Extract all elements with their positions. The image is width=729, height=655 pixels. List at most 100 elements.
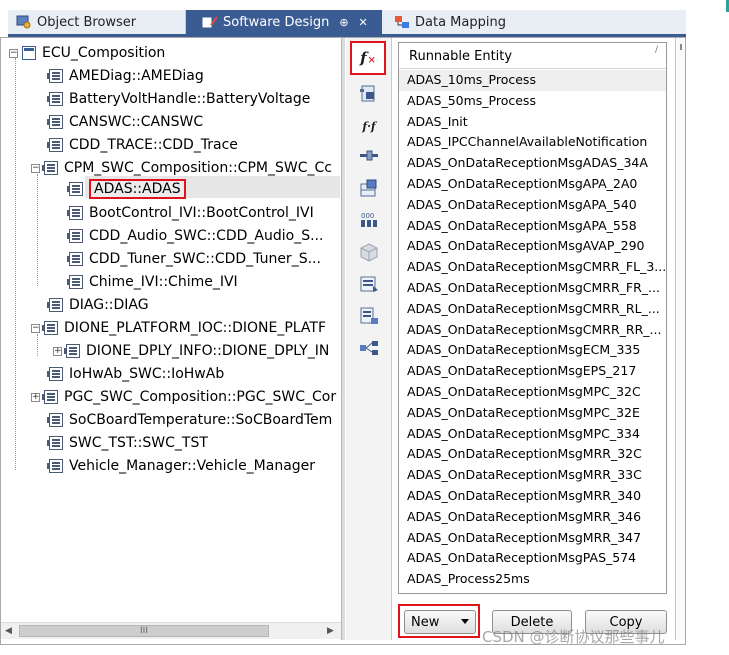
tree-node-label: AMEDiag::AMEDiag bbox=[69, 68, 204, 84]
component-icon bbox=[47, 115, 63, 129]
collapse-icon[interactable]: − bbox=[31, 163, 40, 173]
list-item[interactable]: ADAS_OnDataReceptionMsgCMRR_RL_... bbox=[399, 299, 666, 320]
pane-marker bbox=[680, 44, 682, 50]
function-call-button[interactable]: f·f bbox=[353, 112, 385, 140]
tab-data-mapping[interactable]: Data Mapping bbox=[382, 10, 686, 34]
tree-node[interactable]: + PGC_SWC_Composition::PGC_SWC_Cor bbox=[31, 386, 336, 408]
new-button[interactable]: New bbox=[404, 610, 476, 634]
list-item[interactable]: ADAS_OnDataReceptionMsgMRR_346 bbox=[399, 507, 666, 528]
list-item[interactable]: ADAS_OnDataReceptionMsgAVAP_290 bbox=[399, 236, 666, 257]
tree-node[interactable]: DIAG::DIAG bbox=[47, 294, 149, 316]
tree-horizontal-scrollbar[interactable]: ◀ III ▶ bbox=[1, 622, 341, 639]
expand-icon[interactable]: + bbox=[53, 346, 62, 356]
tree-node[interactable]: Vehicle_Manager::Vehicle_Manager bbox=[47, 455, 315, 477]
software-design-icon bbox=[202, 15, 218, 29]
list-item[interactable]: ADAS_OnDataReceptionMsgCMRR_FR_... bbox=[399, 278, 666, 299]
tree-node[interactable]: CDD_Tuner_SWC::CDD_Tuner_S... bbox=[67, 248, 321, 270]
svg-text:000: 000 bbox=[361, 212, 374, 220]
expand-icon[interactable]: + bbox=[31, 392, 40, 402]
list-item[interactable]: ADAS_OnDataReceptionMsgEPS_217 bbox=[399, 361, 666, 382]
tree-node-label: Chime_IVI::Chime_IVI bbox=[89, 274, 238, 290]
tab-software-design-label: Software Design bbox=[223, 14, 330, 30]
list-item[interactable]: ADAS_OnDataReceptionMsgMPC_32E bbox=[399, 403, 666, 424]
tree-node[interactable]: BatteryVoltHandle::BatteryVoltage bbox=[47, 88, 311, 110]
tree-node-label: CPM_SWC_Composition::CPM_SWC_Cc bbox=[64, 160, 332, 176]
right-side-pane bbox=[675, 38, 685, 640]
runnable-list[interactable]: Runnable Entity / ADAS_10ms_Process ADAS… bbox=[398, 42, 667, 594]
component-icon bbox=[47, 138, 63, 152]
tree-node[interactable]: CDD_Audio_SWC::CDD_Audio_S... bbox=[67, 225, 324, 247]
port-icon bbox=[360, 85, 375, 102]
cube-button[interactable] bbox=[353, 238, 385, 266]
list-item[interactable]: ADAS_OnDataReceptionMsgCMRR_RR_... bbox=[399, 320, 666, 341]
tree-node[interactable]: Chime_IVI::Chime_IVI bbox=[67, 271, 238, 293]
list-item[interactable]: ADAS_IPCChannelAvailableNotification bbox=[399, 132, 666, 153]
component-icon bbox=[47, 298, 63, 312]
runnable-list-rows: ADAS_10ms_Process ADAS_50ms_Process ADAS… bbox=[399, 70, 666, 590]
scroll-right-icon[interactable]: ▶ bbox=[327, 626, 334, 636]
tree-node-label: DIONE_DPLY_INFO::DIONE_DPLY_IN bbox=[86, 343, 330, 359]
list-item[interactable]: ADAS_OnDataReceptionMsgMPC_32C bbox=[399, 382, 666, 403]
tree-node[interactable]: SoCBoardTemperature::SoCBoardTem bbox=[47, 409, 332, 431]
tree-node[interactable]: + DIONE_DPLY_INFO::DIONE_DPLY_IN bbox=[53, 340, 329, 362]
tab-software-design[interactable]: Software Design ⊕ ✕ bbox=[186, 10, 382, 34]
connector-button[interactable] bbox=[353, 142, 385, 170]
composition-icon bbox=[42, 390, 58, 404]
data-elements-button[interactable]: 000 bbox=[353, 206, 385, 234]
tree-node[interactable]: AMEDiag::AMEDiag bbox=[47, 65, 204, 87]
list-item[interactable]: ADAS_OnDataReceptionMsgMRR_32C bbox=[399, 444, 666, 465]
mapping-button[interactable] bbox=[353, 270, 385, 298]
list-item[interactable]: ADAS_OnDataReceptionMsgMRR_347 bbox=[399, 528, 666, 549]
list-item[interactable]: ADAS_10ms_Process bbox=[399, 70, 666, 91]
tree-node[interactable]: CDD_TRACE::CDD_Trace bbox=[47, 134, 238, 156]
list-item[interactable]: ADAS_Process25ms bbox=[399, 569, 666, 590]
component-icon bbox=[67, 206, 83, 220]
scroll-thumb[interactable]: III bbox=[19, 625, 269, 637]
tree-node[interactable]: BootControl_IVI::BootControl_IVI bbox=[67, 202, 314, 224]
list-mapping-button[interactable] bbox=[353, 302, 385, 330]
data-elements-icon: 000 bbox=[361, 212, 377, 227]
component-icon bbox=[67, 275, 83, 289]
tree-node-root[interactable]: − ECU_Composition bbox=[9, 42, 165, 64]
list-item[interactable]: ADAS_OnDataReceptionMsgPAS_574 bbox=[399, 548, 666, 569]
tab-object-browser[interactable]: Object Browser bbox=[8, 10, 186, 34]
tree-node-label: BootControl_IVI::BootControl_IVI bbox=[89, 205, 314, 221]
tree-node[interactable]: − CPM_SWC_Composition::CPM_SWC_Cc bbox=[31, 157, 332, 179]
tree-node-adas[interactable]: ADAS::ADAS bbox=[67, 178, 186, 200]
pin-icon[interactable]: ⊕ bbox=[339, 16, 348, 29]
tree-node[interactable]: CANSWC::CANSWC bbox=[47, 111, 203, 133]
collapse-icon[interactable]: − bbox=[31, 323, 40, 333]
grid-button[interactable] bbox=[353, 174, 385, 202]
tree-node-label: BatteryVoltHandle::BatteryVoltage bbox=[69, 91, 311, 107]
list-item[interactable]: ADAS_50ms_Process bbox=[399, 91, 666, 112]
list-item[interactable]: ADAS_OnDataReceptionMsgAPA_540 bbox=[399, 195, 666, 216]
tree-line bbox=[15, 58, 16, 470]
close-icon[interactable]: ✕ bbox=[359, 16, 368, 29]
tree-node-label: SWC_TST::SWC_TST bbox=[69, 435, 208, 451]
collapse-icon[interactable]: − bbox=[9, 48, 18, 58]
tree-pane[interactable]: − ECU_Composition AMEDiag::AMEDiag Batte… bbox=[1, 38, 341, 621]
list-item[interactable]: ADAS_OnDataReceptionMsgMRR_33C bbox=[399, 465, 666, 486]
runnable-entity-button[interactable]: f× bbox=[350, 41, 386, 75]
list-item[interactable]: ADAS_OnDataReceptionMsgMRR_340 bbox=[399, 486, 666, 507]
list-item[interactable]: ADAS_OnDataReceptionMsgAPA_2A0 bbox=[399, 174, 666, 195]
tree-line bbox=[37, 174, 38, 286]
tree-node[interactable]: IoHwAb_SWC::IoHwAb bbox=[47, 363, 224, 385]
tree-node[interactable]: SWC_TST::SWC_TST bbox=[47, 432, 208, 454]
composition-icon bbox=[42, 161, 58, 175]
scroll-left-icon[interactable]: ◀ bbox=[5, 626, 12, 636]
list-item[interactable]: ADAS_OnDataReceptionMsgMPC_334 bbox=[399, 424, 666, 445]
pane-splitter[interactable] bbox=[341, 38, 345, 640]
composition-icon bbox=[64, 344, 80, 358]
dropdown-arrow-icon[interactable] bbox=[461, 619, 469, 624]
runnable-list-header[interactable]: Runnable Entity / bbox=[399, 43, 666, 69]
list-item[interactable]: ADAS_OnDataReceptionMsgADAS_34A bbox=[399, 153, 666, 174]
list-item[interactable]: ADAS_Init bbox=[399, 112, 666, 133]
list-item[interactable]: ADAS_OnDataReceptionMsgECM_335 bbox=[399, 340, 666, 361]
list-item[interactable]: ADAS_OnDataReceptionMsgAPA_558 bbox=[399, 216, 666, 237]
tree-node-label: CDD_Audio_SWC::CDD_Audio_S... bbox=[89, 228, 324, 244]
port-button[interactable] bbox=[353, 80, 385, 108]
list-item[interactable]: ADAS_OnDataReceptionMsgCMRR_FL_3... bbox=[399, 257, 666, 278]
network-button[interactable] bbox=[353, 334, 385, 362]
tree-node[interactable]: − DIONE_PLATFORM_IOC::DIONE_PLATF bbox=[31, 317, 326, 339]
